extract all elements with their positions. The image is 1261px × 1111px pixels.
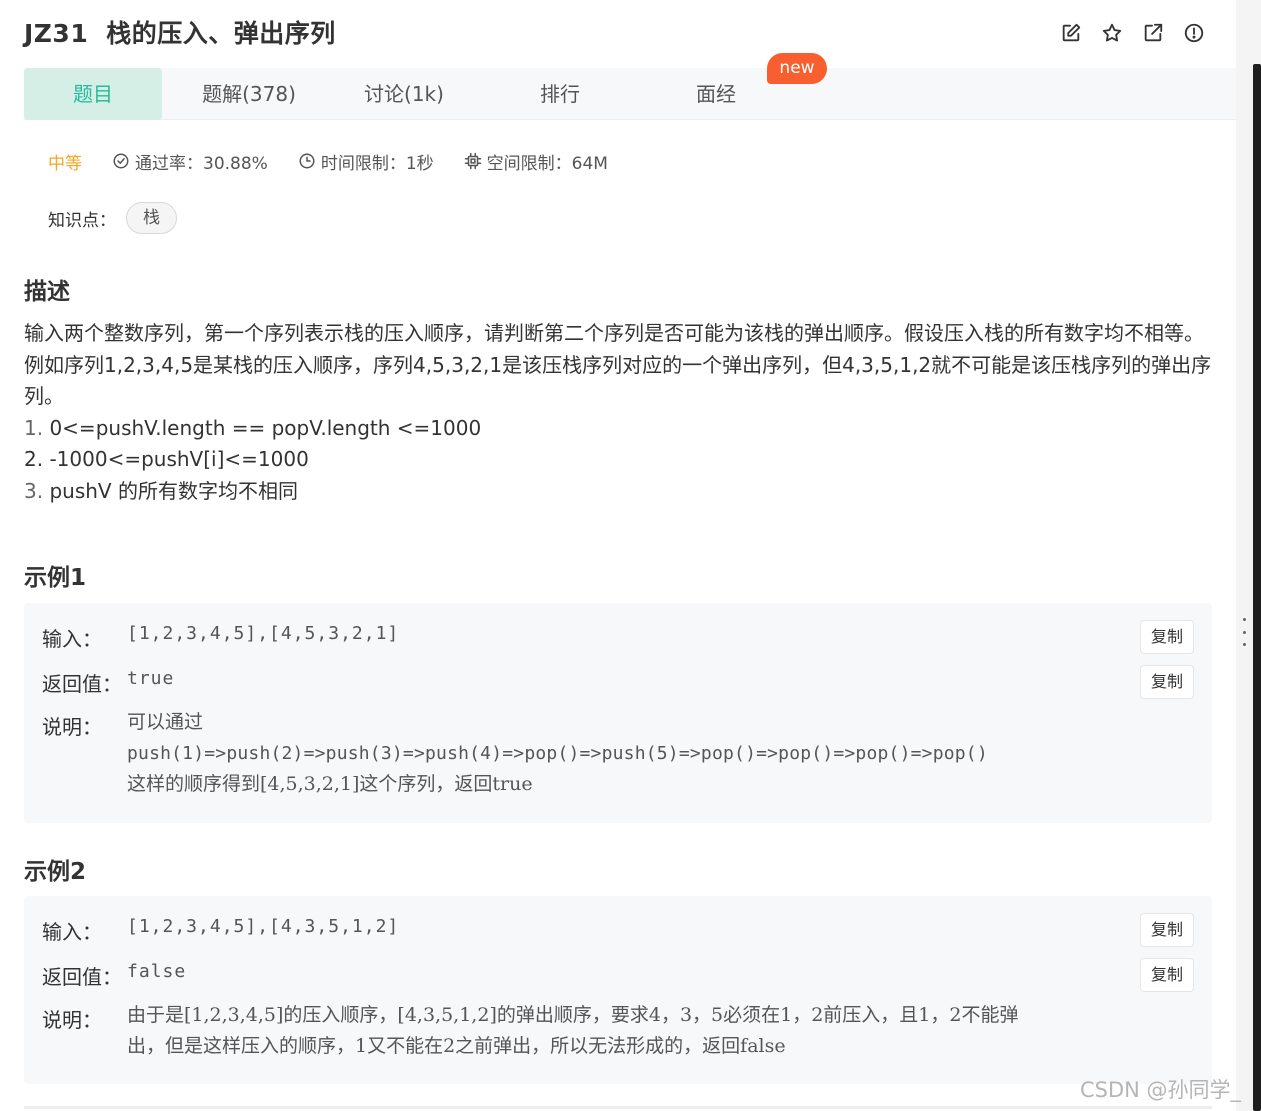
constraint-list: 1. 0<=pushV.length == popV.length <=1000… <box>24 413 1214 508</box>
example1-return-row: 返回值： true <box>42 668 174 697</box>
example2-heading: 示例2 <box>24 859 87 885</box>
tab-problem[interactable]: 题目 <box>24 68 162 120</box>
knowledge-points: 知识点： 栈 <box>48 202 177 234</box>
problem-header: JZ31 栈的压入、弹出序列 <box>0 0 1236 68</box>
problem-tabs: 题目 题解(378) 讨论(1k) 排行 面经 <box>24 68 1236 120</box>
return-label: 返回值： <box>42 672 122 696</box>
explain-label: 说明： <box>42 715 102 739</box>
problem-meta: 中等 通过率：30.88% 时间限制：1秒 空间限制：64M <box>48 148 638 174</box>
copy-return-button[interactable]: 复制 <box>1140 665 1194 699</box>
header-actions <box>1060 22 1205 44</box>
time-limit: 时间限制：1秒 <box>298 149 434 174</box>
edit-icon[interactable] <box>1060 22 1082 44</box>
example2-return-value: false <box>127 961 187 982</box>
watermark: CSDN @孙同学_ <box>1080 1078 1242 1102</box>
description-body: 输入两个整数序列，第一个序列表示栈的压入顺序，请判断第二个序列是否可能为该栈的弹… <box>24 318 1214 507</box>
example1-input-row: 输入： [1,2,3,4,5],[4,5,3,2,1] <box>42 623 399 652</box>
example1-explain-row: 说明： 可以通过 push(1)=>push(2)=>push(3)=>push… <box>42 711 988 800</box>
problem-code: JZ31 <box>24 19 89 48</box>
description-heading: 描述 <box>24 279 70 305</box>
problem-page: JZ31 栈的压入、弹出序列 题目 题解(378) 讨论(1k) 排行 面经 n… <box>0 0 1236 1111</box>
example2-explanation: 由于是[1,2,3,4,5]的压入顺序，[4,3,5,1,2]的弹出顺序，要求4… <box>127 1004 1019 1057</box>
difficulty-label: 中等 <box>48 153 82 174</box>
list-item: 2. -1000<=pushV[i]<=1000 <box>24 447 309 471</box>
example1-heading: 示例1 <box>24 565 87 591</box>
problem-title: 栈的压入、弹出序列 <box>106 19 336 48</box>
example1-return-value: true <box>127 668 175 689</box>
copy-input-button[interactable]: 复制 <box>1140 620 1194 654</box>
page-title: JZ31 栈的压入、弹出序列 <box>24 14 336 50</box>
example2-explain-row: 说明： 由于是[1,2,3,4,5]的压入顺序，[4,3,5,1,2]的弹出顺序… <box>42 1004 1187 1062</box>
example1-explanation: 可以通过 push(1)=>push(2)=>push(3)=>push(4)=… <box>127 711 988 795</box>
example2-return-row: 返回值： false <box>42 961 186 990</box>
info-icon[interactable] <box>1183 22 1205 44</box>
new-badge: new <box>767 53 827 84</box>
tab-interview[interactable]: 面经 <box>646 68 786 120</box>
example2-box: 输入： [1,2,3,4,5],[4,3,5,1,2] 复制 返回值： fals… <box>24 896 1212 1084</box>
list-item: 1. 0<=pushV.length == popV.length <=1000 <box>24 415 482 440</box>
knowledge-label: 知识点： <box>48 210 116 231</box>
return-label: 返回值： <box>42 965 122 989</box>
list-item: 3. pushV 的所有数字均不相同 <box>24 478 298 503</box>
memory-limit-text: 空间限制：64M <box>486 153 608 174</box>
check-circle-icon <box>113 153 129 169</box>
scrollbar[interactable] <box>1253 64 1261 1111</box>
tab-ranking[interactable]: 排行 <box>490 68 630 120</box>
pass-rate-text: 通过率：30.88% <box>135 153 268 174</box>
clock-icon <box>299 153 315 169</box>
external-link-icon[interactable] <box>1142 22 1164 44</box>
input-label: 输入： <box>42 627 102 651</box>
input-label: 输入： <box>42 920 102 944</box>
memory-limit: 空间限制：64M <box>464 149 608 174</box>
copy-input-button[interactable]: 复制 <box>1140 913 1194 947</box>
example2-input-value: [1,2,3,4,5],[4,3,5,1,2] <box>127 916 400 937</box>
time-limit-text: 时间限制：1秒 <box>320 153 434 174</box>
star-icon[interactable] <box>1101 22 1123 44</box>
more-options-icon[interactable] <box>1240 618 1248 646</box>
description-paragraph: 输入两个整数序列，第一个序列表示栈的压入顺序，请判断第二个序列是否可能为该栈的弹… <box>24 321 1212 408</box>
pass-rate: 通过率：30.88% <box>112 149 268 174</box>
explain-label: 说明： <box>42 1008 102 1032</box>
divider <box>24 1106 1212 1109</box>
copy-return-button[interactable]: 复制 <box>1140 958 1194 992</box>
knowledge-tag[interactable]: 栈 <box>126 202 177 234</box>
tab-solutions[interactable]: 题解(378) <box>179 68 319 120</box>
example2-input-row: 输入： [1,2,3,4,5],[4,3,5,1,2] <box>42 916 399 945</box>
example1-input-value: [1,2,3,4,5],[4,5,3,2,1] <box>127 623 400 644</box>
example1-box: 输入： [1,2,3,4,5],[4,5,3,2,1] 复制 返回值： true… <box>24 603 1212 823</box>
tab-discussion[interactable]: 讨论(1k) <box>336 68 472 120</box>
chip-icon <box>464 152 481 170</box>
